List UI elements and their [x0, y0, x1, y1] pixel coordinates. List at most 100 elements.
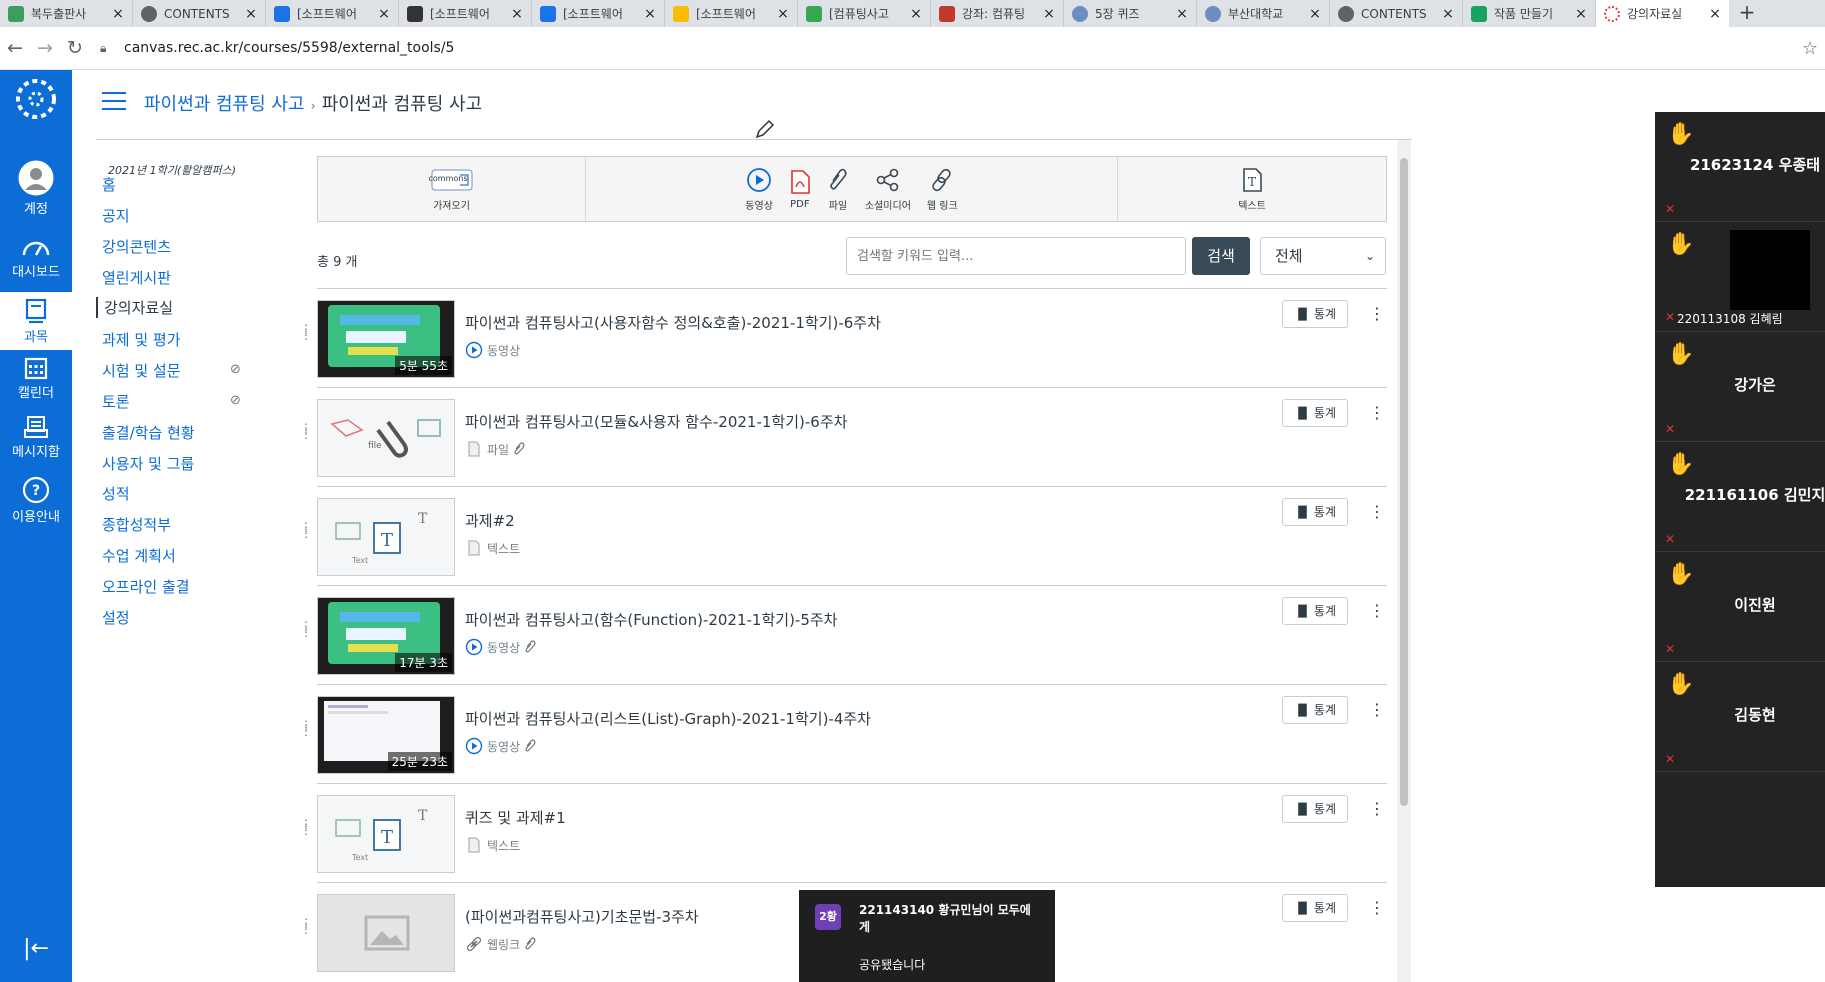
close-tab-icon[interactable]: × [110, 6, 126, 22]
course-nav-item[interactable]: 종합성적부 [102, 514, 171, 535]
course-nav-item[interactable]: 사용자 및 그룹 [102, 453, 194, 474]
close-tab-icon[interactable]: × [642, 6, 658, 22]
drag-handle-icon[interactable]: ⋮ ⋮ [300, 818, 312, 841]
browser-tab[interactable]: 부산대학교 × [1197, 0, 1330, 27]
new-tab-button[interactable]: + [1729, 0, 1765, 27]
list-item[interactable]: ⋮ ⋮ T T Text 과제#2 텍스트 ▐▌ 통계 ⋮ [300, 486, 1387, 585]
page-scrollbar[interactable] [1397, 140, 1411, 982]
close-tab-icon[interactable]: × [908, 6, 924, 22]
browser-tab[interactable]: [소프트웨어 × [665, 0, 798, 27]
browser-tab[interactable]: 5장 퀴즈 × [1064, 0, 1197, 27]
list-item[interactable]: ⋮ ⋮ file 파이썬과 컴퓨팅사고(모듈&사용자 함수-2021-1학기)-6주차… [300, 387, 1387, 486]
course-nav-item[interactable]: 공지 [102, 205, 130, 226]
close-tab-icon[interactable]: × [1440, 6, 1456, 22]
course-nav-item[interactable]: 강의콘텐츠 [102, 236, 171, 257]
course-nav-item[interactable]: 과제 및 평가 [102, 329, 181, 350]
add-video-button[interactable]: 동영상 [745, 167, 773, 212]
stats-button[interactable]: ▐▌ 통계 [1282, 498, 1348, 526]
more-options-icon[interactable]: ⋮ [1369, 898, 1385, 917]
nav-help[interactable]: ? 이용안내 [0, 476, 72, 525]
course-nav-item[interactable]: 토론 ⊘ [102, 391, 241, 412]
list-item[interactable]: ⋮ ⋮ T T Text 퀴즈 및 과제#1 텍스트 ▐▌ 통계 ⋮ [300, 783, 1387, 882]
drag-handle-icon[interactable]: ⋮ ⋮ [300, 521, 312, 544]
participant-tile[interactable]: ✋ 이진원 ✕ [1655, 552, 1825, 662]
add-weblink-button[interactable]: 웹 링크 [927, 167, 958, 212]
close-tab-icon[interactable]: × [376, 6, 392, 22]
browser-tab[interactable]: 작품 만들기 × [1463, 0, 1596, 27]
participant-tile[interactable]: ✋ 21623124 우종태 ✕ [1655, 112, 1825, 222]
item-title[interactable]: (파이썬과컴퓨팅사고)기초문법-3주차 [465, 906, 699, 927]
participant-tile[interactable]: ✋ 221161106 김민지 ✕ [1655, 442, 1825, 552]
add-pdf-button[interactable]: PDF [789, 169, 811, 210]
more-options-icon[interactable]: ⋮ [1369, 601, 1385, 620]
scrollbar-thumb[interactable] [1400, 158, 1408, 806]
more-options-icon[interactable]: ⋮ [1369, 403, 1385, 422]
course-nav-item[interactable]: 홈 [102, 174, 116, 195]
close-tab-icon[interactable]: × [1707, 6, 1723, 22]
forward-icon[interactable]: → [30, 37, 60, 59]
search-button[interactable]: 검색 [1192, 237, 1250, 275]
browser-tab[interactable]: [소프트웨어 × [266, 0, 399, 27]
close-tab-icon[interactable]: × [509, 6, 525, 22]
course-nav-item[interactable]: 열린게시판 [102, 267, 171, 288]
item-thumbnail[interactable] [317, 894, 455, 972]
close-tab-icon[interactable]: × [243, 6, 259, 22]
course-nav-item[interactable]: 설정 [102, 607, 130, 628]
add-file-button[interactable]: 파일 [827, 167, 849, 212]
course-nav-item[interactable]: 성적 [102, 483, 130, 504]
drag-handle-icon[interactable]: ⋮ ⋮ [300, 323, 312, 346]
canvas-logo[interactable] [0, 78, 72, 124]
item-thumbnail[interactable]: file [317, 399, 455, 477]
course-nav-item[interactable]: 수업 계획서 [102, 545, 176, 566]
item-thumbnail[interactable]: T T Text [317, 498, 455, 576]
back-icon[interactable]: ← [0, 37, 30, 59]
item-thumbnail[interactable]: 17분 3초 [317, 597, 455, 675]
item-title[interactable]: 파이썬과 컴퓨팅사고(모듈&사용자 함수-2021-1학기)-6주차 [465, 411, 847, 432]
more-options-icon[interactable]: ⋮ [1369, 700, 1385, 719]
item-title[interactable]: 파이썬과 컴퓨팅사고(함수(Function)-2021-1학기)-5주차 [465, 609, 837, 630]
item-thumbnail[interactable]: 5분 55초 [317, 300, 455, 378]
close-tab-icon[interactable]: × [1573, 6, 1589, 22]
nav-inbox[interactable]: 메시지함 [0, 415, 72, 460]
more-options-icon[interactable]: ⋮ [1369, 304, 1385, 323]
list-item[interactable]: ⋮ ⋮ 5분 55초 파이썬과 컴퓨팅사고(사용자함수 정의&호출)-2021-1학기… [300, 288, 1387, 387]
type-filter-select[interactable]: 전체 ⌄ [1260, 237, 1386, 275]
item-title[interactable]: 퀴즈 및 과제#1 [465, 807, 566, 828]
add-social-media-button[interactable]: 소셜미디어 [865, 167, 911, 212]
list-item[interactable]: ⋮ ⋮ 25분 23초 파이썬과 컴퓨팅사고(리스트(List)-Graph)-202… [300, 684, 1387, 783]
item-thumbnail[interactable]: 25분 23초 [317, 696, 455, 774]
participant-tile[interactable]: ✋ 김동현 ✕ [1655, 662, 1825, 772]
course-nav-item[interactable]: 출결/학습 현황 [102, 422, 195, 443]
stats-button[interactable]: ▐▌ 통계 [1282, 795, 1348, 823]
more-options-icon[interactable]: ⋮ [1369, 502, 1385, 521]
nav-dashboard[interactable]: 대시보드 [0, 235, 72, 280]
menu-toggle-icon[interactable] [102, 92, 126, 112]
drag-handle-icon[interactable]: ⋮ ⋮ [300, 917, 312, 940]
browser-tab[interactable]: 강좌: 컴퓨팅 × [931, 0, 1064, 27]
add-text-button[interactable]: T 텍스트 [1238, 167, 1266, 212]
stats-button[interactable]: ▐▌ 통계 [1282, 597, 1348, 625]
search-input[interactable] [846, 237, 1186, 275]
url-field[interactable]: 🔒︎ canvas.rec.ac.kr/courses/5598/externa… [100, 33, 1795, 63]
participant-tile[interactable]: ✋ 강가은 ✕ [1655, 332, 1825, 442]
item-title[interactable]: 과제#2 [465, 510, 515, 531]
browser-tab[interactable]: CONTENTS × [1330, 0, 1463, 27]
close-tab-icon[interactable]: × [1307, 6, 1323, 22]
reload-icon[interactable]: ↻ [60, 37, 90, 59]
browser-tab[interactable]: [소프트웨어 × [532, 0, 665, 27]
browser-tab[interactable]: [소프트웨어 × [399, 0, 532, 27]
bookmark-star-icon[interactable]: ☆ [1795, 38, 1825, 59]
close-tab-icon[interactable]: × [1041, 6, 1057, 22]
browser-tab[interactable]: [컴퓨팅사고 × [798, 0, 931, 27]
drag-handle-icon[interactable]: ⋮ ⋮ [300, 620, 312, 643]
browser-tab[interactable]: 강의자료실 × [1596, 0, 1729, 27]
course-nav-item[interactable]: 시험 및 설문 ⊘ [102, 360, 241, 381]
participant-tile[interactable]: ✋ 220113108 김혜림 ✕ [1655, 222, 1825, 332]
nav-account[interactable]: 계정 [0, 160, 72, 217]
stats-button[interactable]: ▐▌ 통계 [1282, 696, 1348, 724]
drag-handle-icon[interactable]: ⋮ ⋮ [300, 719, 312, 742]
nav-calendar[interactable]: 캘린더 [0, 356, 72, 401]
drag-handle-icon[interactable]: ⋮ ⋮ [300, 422, 312, 445]
course-nav-item[interactable]: 강의자료실 [96, 297, 173, 318]
nav-courses[interactable]: 과목 [0, 292, 72, 350]
